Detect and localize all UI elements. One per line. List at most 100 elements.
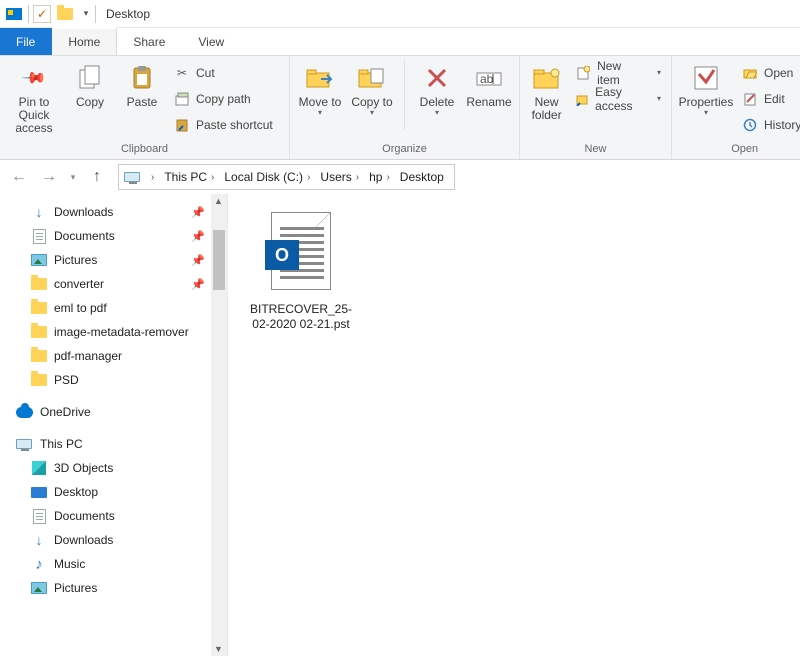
paste-icon [126,62,158,94]
tree-label: This PC [40,437,83,451]
tree-quick-4[interactable]: eml to pdf [6,296,227,320]
tab-home[interactable]: Home [52,27,117,55]
group-organize-label: Organize [296,141,513,159]
pin-icon: 📌 [191,278,205,291]
tab-file[interactable]: File [0,28,52,55]
tree-label: converter [54,277,104,291]
properties-button[interactable]: Properties▾ [678,60,734,117]
delete-icon [421,62,453,94]
tree-quick-3[interactable]: converter 📌 [6,272,227,296]
tree-icon [30,374,48,386]
copy-button[interactable]: Copy [66,60,114,109]
pin-icon: 📌 [20,64,48,92]
file-view[interactable]: O BITRECOVER_25-02-2020 02-21.pst [228,194,800,656]
qat-dropdown-icon[interactable]: ▾ [79,3,93,25]
tree-icon [30,278,48,290]
new-item-button[interactable]: New item▾ [571,62,665,84]
move-to-button[interactable]: Move to▾ [296,60,344,117]
open-button[interactable]: Open▾ [738,62,800,84]
tree-icon [30,582,48,594]
scroll-down-icon[interactable]: ▼ [214,644,223,654]
tree-label: OneDrive [40,405,91,419]
tree-pc-4[interactable]: ♪Music [6,552,227,576]
tree-icon [30,326,48,338]
tree-thispc[interactable]: This PC [6,432,227,456]
nav-bar: ← → ▾ ↑ › This PC› Local Disk (C:)› User… [0,160,800,194]
copy-icon [74,62,106,94]
back-button[interactable]: ← [6,164,32,190]
history-icon [742,117,758,133]
tree-quick-5[interactable]: image-metadata-remover [6,320,227,344]
tree-quick-2[interactable]: Pictures📌 [6,248,227,272]
recent-dropdown[interactable]: ▾ [66,164,80,190]
pin-quick-access-button[interactable]: 📌 Pin to Quick access [6,60,62,135]
new-item-icon [575,65,591,81]
tree-pc-0[interactable]: 3D Objects [6,456,227,480]
scroll-up-icon[interactable]: ▲ [214,196,223,206]
tree-onedrive[interactable]: OneDrive [6,400,227,424]
forward-button[interactable]: → [36,164,62,190]
tree-label: Downloads [54,205,113,219]
tab-view[interactable]: View [182,28,241,55]
tree-icon [30,254,48,266]
tree-quick-7[interactable]: PSD [6,368,227,392]
tree-quick-6[interactable]: pdf-manager [6,344,227,368]
title-bar: ✓ ▾ Desktop [0,0,800,28]
tree-label: Documents [54,229,115,243]
tree-icon [30,487,48,498]
history-button[interactable]: History [738,114,800,136]
tree-label: Pictures [54,581,97,595]
pst-file-icon: O [265,212,337,298]
content-area: ↓Downloads📌Documents📌Pictures📌converter📌… [0,194,800,656]
tree-pc-5[interactable]: Pictures [6,576,227,600]
pc-icon [14,439,34,449]
tab-share[interactable]: Share [117,28,182,55]
tree-scrollbar[interactable]: ▲ ▼ [211,194,227,656]
tree-label: Desktop [54,485,98,499]
crumb-0[interactable]: This PC› [160,165,220,189]
tree-label: 3D Objects [54,461,113,475]
copy-label: Copy [76,96,104,109]
qat-folder-icon[interactable] [53,3,77,25]
scroll-thumb[interactable] [213,230,225,290]
easy-access-button[interactable]: Easy access▾ [571,88,665,110]
nav-tree: ↓Downloads📌Documents📌Pictures📌converter📌… [0,194,228,656]
tree-pc-2[interactable]: Documents [6,504,227,528]
file-item[interactable]: O BITRECOVER_25-02-2020 02-21.pst [246,212,356,332]
pin-icon: 📌 [191,254,205,267]
tree-icon [30,461,48,475]
tree-pc-3[interactable]: ↓Downloads [6,528,227,552]
delete-button[interactable]: Delete▾ [413,60,461,117]
file-name: BITRECOVER_25-02-2020 02-21.pst [246,302,356,332]
tree-quick-1[interactable]: Documents📌 [6,224,227,248]
copy-to-icon [356,62,388,94]
crumb-4[interactable]: Desktop [396,165,450,189]
tree-quick-0[interactable]: ↓Downloads📌 [6,200,227,224]
address-bar[interactable]: › This PC› Local Disk (C:)› Users› hp› D… [118,164,455,190]
up-button[interactable]: ↑ [84,164,110,190]
tree-pc-1[interactable]: Desktop [6,480,227,504]
crumb-1[interactable]: Local Disk (C:)› [220,165,316,189]
system-icon[interactable] [2,3,26,25]
tree-icon: ♪ [30,557,48,571]
cut-button[interactable]: ✂Cut [170,62,277,84]
tree-label: Downloads [54,533,113,547]
paste-shortcut-button[interactable]: Paste shortcut [170,114,277,136]
qat-check-icon[interactable]: ✓ [33,5,51,23]
copy-to-button[interactable]: Copy to▾ [348,60,396,117]
new-folder-button[interactable]: New folder [526,60,567,122]
crumb-2[interactable]: Users› [316,165,365,189]
group-clipboard-label: Clipboard [6,141,283,159]
paste-button[interactable]: Paste [118,60,166,109]
tree-icon: ↓ [30,205,48,219]
rename-button[interactable]: ab Rename [465,60,513,109]
crumb-sep[interactable]: › [143,165,160,189]
tree-icon [30,509,48,524]
tree-label: image-metadata-remover [54,325,189,339]
crumb-3[interactable]: hp› [365,165,396,189]
ribbon-tabs: File Home Share View [0,28,800,56]
rename-icon: ab [473,62,505,94]
copy-path-button[interactable]: Copy path [170,88,277,110]
tree-label: pdf-manager [54,349,122,363]
edit-button[interactable]: Edit [738,88,800,110]
